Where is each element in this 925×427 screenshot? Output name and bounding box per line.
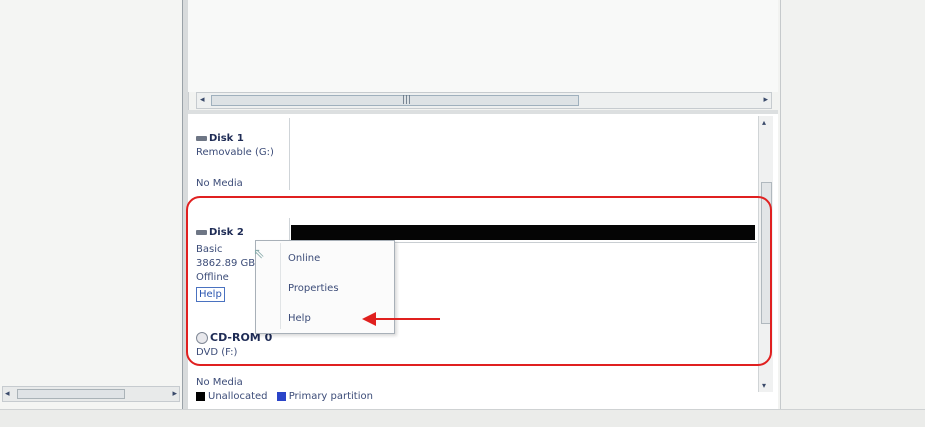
actions-pane <box>780 0 925 426</box>
volume-list-scroll-thumb[interactable]: ||| <box>211 95 579 106</box>
scroll-up-arrow-icon[interactable]: ▴ <box>762 118 766 127</box>
left-scroll-thumb[interactable] <box>17 389 125 399</box>
disk1-media-status: No Media <box>196 178 243 189</box>
volume-list-horizontal-scrollbar[interactable]: ◂ ||| ▸ <box>196 92 772 109</box>
legend-primary-partition: Primary partition <box>288 391 373 402</box>
annotation-highlight-box <box>186 196 772 366</box>
cdrom-media-status: No Media <box>196 377 243 388</box>
scroll-right-arrow-icon[interactable]: ▸ <box>763 93 768 108</box>
legend-unallocated: Unallocated <box>208 391 268 402</box>
scroll-left-arrow-icon[interactable]: ◂ <box>200 93 205 108</box>
left-horizontal-scrollbar[interactable]: ◂ ▸ <box>2 386 180 402</box>
unallocated-swatch <box>196 391 205 401</box>
annotation-arrow-icon <box>362 312 376 326</box>
disk-drive-icon <box>196 135 207 141</box>
disk1-title[interactable]: Disk 1 <box>196 132 244 145</box>
legend: Unallocated Primary partition <box>196 391 373 402</box>
annotation-arrow-shaft <box>374 318 440 320</box>
scroll-left-arrow-icon[interactable]: ◂ <box>5 387 10 401</box>
grip-icon: ||| <box>402 95 412 105</box>
navigation-pane <box>0 0 182 426</box>
disk1-type: Removable (G:) <box>196 147 274 158</box>
primary-partition-swatch <box>276 391 286 401</box>
scroll-right-arrow-icon[interactable]: ▸ <box>172 387 177 401</box>
status-bar <box>0 409 925 427</box>
volume-list-pane <box>188 0 778 92</box>
scroll-down-arrow-icon[interactable]: ▾ <box>762 381 766 390</box>
